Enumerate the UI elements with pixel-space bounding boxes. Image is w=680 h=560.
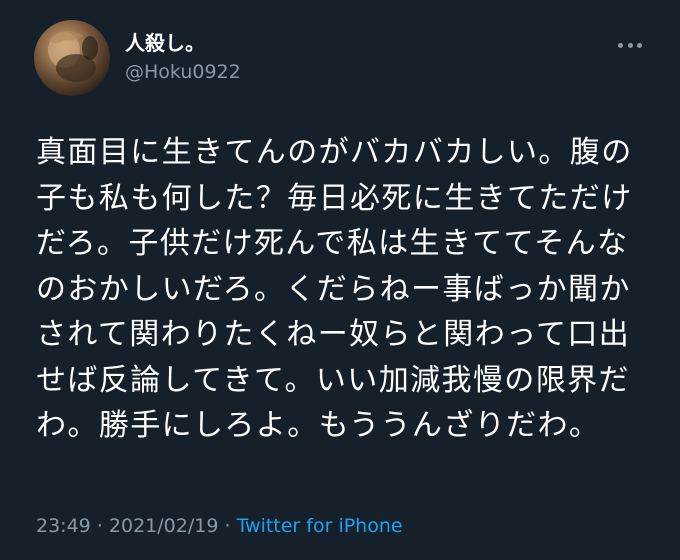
- more-horizontal-icon-dot: [637, 42, 642, 48]
- tweet-text-line: されて関わりたくねー奴らと関わって口出: [36, 317, 631, 352]
- display-name[interactable]: 人殺し。: [125, 31, 205, 55]
- user-handle[interactable]: @Hoku0922: [125, 60, 241, 84]
- tweet-card: 人殺し。 @Hoku0922 真面目に生きてんのがバカバカしい。腹の 子も私も何…: [0, 0, 680, 560]
- tweet-meta: 23:49 · 2021/02/19 · Twitter for iPhone: [36, 513, 403, 539]
- tweet-date[interactable]: 2021/02/19: [109, 515, 219, 537]
- tweet-text-line: わ。勝手にしろよ。もううんざりだわ。: [36, 408, 601, 443]
- tweet-text-line: だろ。子供だけ死んで私は生きててそんな: [36, 226, 629, 261]
- more-horizontal-icon: [618, 42, 623, 48]
- more-options-button[interactable]: [618, 38, 642, 52]
- meta-separator: ·: [96, 515, 109, 537]
- tweet-text: 真面目に生きてんのがバカバカしい。腹の 子も私も何した？毎日必死に生きてただけ …: [36, 130, 656, 449]
- meta-separator: ·: [224, 515, 237, 537]
- tweet-time[interactable]: 23:49: [36, 515, 91, 537]
- tweet-text-line: せば反論してきて。いい加減我慢の限界だ: [36, 362, 630, 398]
- tweet-source-link[interactable]: Twitter for iPhone: [237, 515, 403, 537]
- avatar-photo-icon: [48, 30, 98, 82]
- tweet-text-line: 子も私も何した？毎日必死に生きてただけ: [36, 180, 633, 216]
- avatar[interactable]: [34, 20, 110, 96]
- tweet-text-line: 真面目に生きてんのがバカバカしい。腹の: [36, 135, 633, 170]
- more-horizontal-icon-dot: [627, 42, 633, 48]
- tweet-text-line: のおかしいだろ。くだらねー事ばっか聞か: [36, 271, 631, 307]
